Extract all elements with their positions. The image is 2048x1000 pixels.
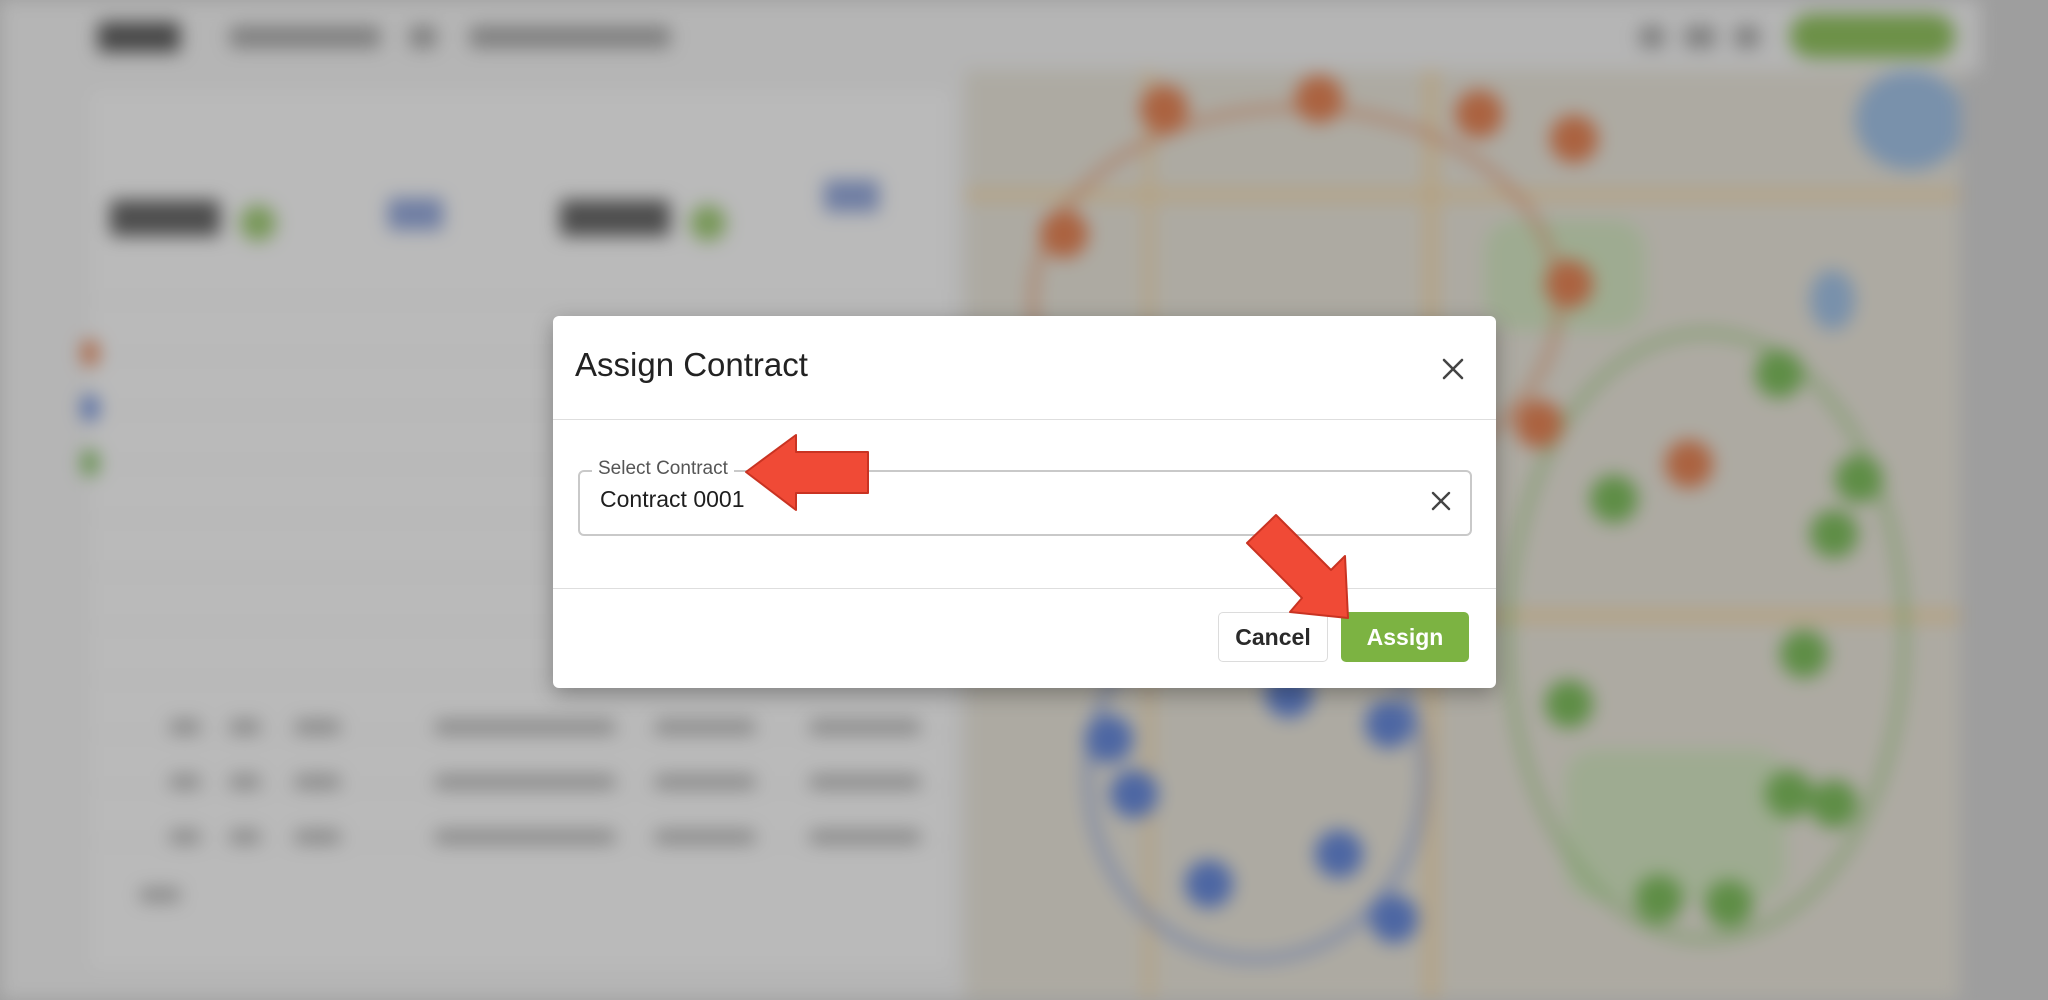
assign-contract-dialog: Assign Contract Select Contract Cancel A… [553, 316, 1496, 688]
close-icon [1442, 358, 1464, 380]
close-button[interactable] [1433, 349, 1473, 389]
clear-selection-button[interactable] [1426, 486, 1456, 516]
assign-button[interactable]: Assign [1341, 612, 1469, 662]
select-contract-input[interactable] [600, 486, 1380, 513]
select-contract-field[interactable]: Select Contract [578, 458, 1472, 536]
select-contract-label: Select Contract [592, 458, 734, 480]
clear-icon [1431, 491, 1451, 511]
cancel-button[interactable]: Cancel [1218, 612, 1328, 662]
dialog-header: Assign Contract [553, 316, 1496, 420]
dialog-title: Assign Contract [575, 346, 808, 383]
dialog-body: Select Contract [553, 420, 1496, 589]
